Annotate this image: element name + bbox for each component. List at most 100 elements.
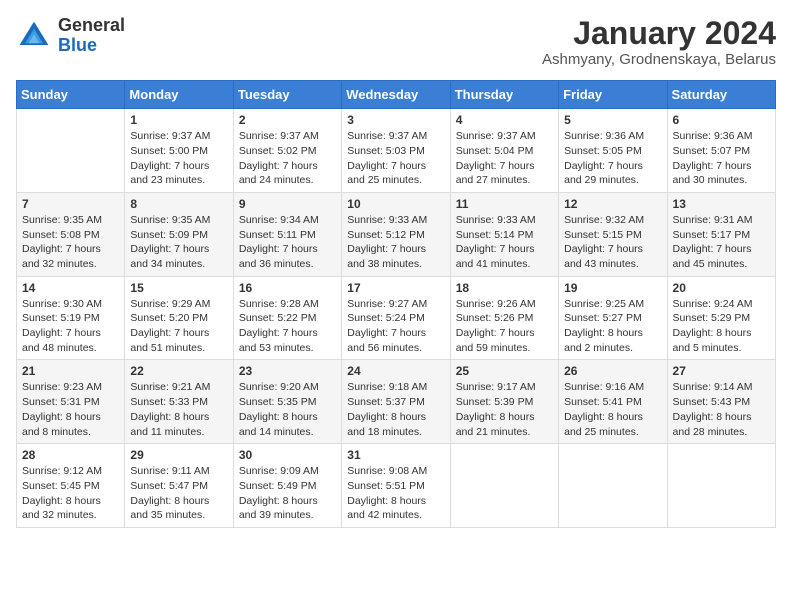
weekday-header-sunday: Sunday (17, 81, 125, 109)
calendar-cell (667, 444, 775, 528)
day-number: 4 (456, 113, 553, 127)
day-info: Sunrise: 9:36 AM Sunset: 5:07 PM Dayligh… (673, 129, 770, 188)
day-info: Sunrise: 9:21 AM Sunset: 5:33 PM Dayligh… (130, 380, 227, 439)
logo: General Blue (16, 16, 125, 56)
day-info: Sunrise: 9:37 AM Sunset: 5:00 PM Dayligh… (130, 129, 227, 188)
calendar-cell: 27Sunrise: 9:14 AM Sunset: 5:43 PM Dayli… (667, 360, 775, 444)
calendar-cell: 2Sunrise: 9:37 AM Sunset: 5:02 PM Daylig… (233, 109, 341, 193)
weekday-header-thursday: Thursday (450, 81, 558, 109)
day-info: Sunrise: 9:08 AM Sunset: 5:51 PM Dayligh… (347, 464, 444, 523)
calendar-cell: 5 Sunrise: 9:36 AM Sunset: 5:05 PM Daylig… (559, 109, 667, 193)
calendar-cell (559, 444, 667, 528)
day-number: 8 (130, 197, 227, 211)
day-number: 31 (347, 448, 444, 462)
day-info: Sunrise: 9:28 AM Sunset: 5:22 PM Dayligh… (239, 297, 336, 356)
calendar-cell: 14 Sunrise: 9:30 AM Sunset: 5:19 PM Dayli… (17, 276, 125, 360)
week-row-4: 21 Sunrise: 9:23 AM Sunset: 5:31 PM Dayli… (17, 360, 776, 444)
day-number: 10 (347, 197, 444, 211)
day-info: Sunrise: 9:37 AM Sunset: 5:04 PM Dayligh… (456, 129, 553, 188)
day-info: Sunrise: 9:14 AM Sunset: 5:43 PM Dayligh… (673, 380, 770, 439)
month-title: January 2024 (542, 16, 776, 51)
calendar-cell: 10 Sunrise: 9:33 AM Sunset: 5:12 PM Dayli… (342, 192, 450, 276)
calendar-cell: 21 Sunrise: 9:23 AM Sunset: 5:31 PM Dayli… (17, 360, 125, 444)
day-number: 15 (130, 281, 227, 295)
day-info: Sunrise: 9:29 AM Sunset: 5:20 PM Dayligh… (130, 297, 227, 356)
week-row-2: 7 Sunrise: 9:35 AM Sunset: 5:08 PM Daylig… (17, 192, 776, 276)
day-info: Sunrise: 9:25 AM Sunset: 5:27 PM Dayligh… (564, 297, 661, 356)
day-number: 17 (347, 281, 444, 295)
day-number: 21 (22, 364, 119, 378)
calendar-cell: 13 Sunrise: 9:31 AM Sunset: 5:17 PM Dayli… (667, 192, 775, 276)
title-block: January 2024 Ashmyany, Grodnenskaya, Bel… (542, 16, 776, 68)
weekday-header-saturday: Saturday (667, 81, 775, 109)
week-row-1: 1 Sunrise: 9:37 AM Sunset: 5:00 PM Daylig… (17, 109, 776, 193)
weekday-header-monday: Monday (125, 81, 233, 109)
calendar-cell: 1 Sunrise: 9:37 AM Sunset: 5:00 PM Daylig… (125, 109, 233, 193)
day-number: 18 (456, 281, 553, 295)
calendar-cell: 28Sunrise: 9:12 AM Sunset: 5:45 PM Dayli… (17, 444, 125, 528)
day-info: Sunrise: 9:16 AM Sunset: 5:41 PM Dayligh… (564, 380, 661, 439)
day-number: 14 (22, 281, 119, 295)
week-row-3: 14 Sunrise: 9:30 AM Sunset: 5:19 PM Dayli… (17, 276, 776, 360)
weekday-header-tuesday: Tuesday (233, 81, 341, 109)
calendar-cell: 20 Sunrise: 9:24 AM Sunset: 5:29 PM Dayli… (667, 276, 775, 360)
day-info: Sunrise: 9:27 AM Sunset: 5:24 PM Dayligh… (347, 297, 444, 356)
day-info: Sunrise: 9:33 AM Sunset: 5:12 PM Dayligh… (347, 213, 444, 272)
weekday-header-friday: Friday (559, 81, 667, 109)
location-subtitle: Ashmyany, Grodnenskaya, Belarus (542, 51, 776, 68)
day-number: 12 (564, 197, 661, 211)
day-number: 29 (130, 448, 227, 462)
day-info: Sunrise: 9:20 AM Sunset: 5:35 PM Dayligh… (239, 380, 336, 439)
logo-general: General (58, 15, 125, 35)
calendar-cell: 16Sunrise: 9:28 AM Sunset: 5:22 PM Dayli… (233, 276, 341, 360)
day-number: 30 (239, 448, 336, 462)
day-info: Sunrise: 9:32 AM Sunset: 5:15 PM Dayligh… (564, 213, 661, 272)
calendar-cell (450, 444, 558, 528)
day-info: Sunrise: 9:31 AM Sunset: 5:17 PM Dayligh… (673, 213, 770, 272)
day-info: Sunrise: 9:35 AM Sunset: 5:08 PM Dayligh… (22, 213, 119, 272)
day-number: 22 (130, 364, 227, 378)
weekday-header-wednesday: Wednesday (342, 81, 450, 109)
calendar-cell: 9Sunrise: 9:34 AM Sunset: 5:11 PM Daylig… (233, 192, 341, 276)
day-info: Sunrise: 9:23 AM Sunset: 5:31 PM Dayligh… (22, 380, 119, 439)
day-number: 23 (239, 364, 336, 378)
day-info: Sunrise: 9:17 AM Sunset: 5:39 PM Dayligh… (456, 380, 553, 439)
calendar-cell: 30Sunrise: 9:09 AM Sunset: 5:49 PM Dayli… (233, 444, 341, 528)
day-number: 13 (673, 197, 770, 211)
calendar-cell: 19Sunrise: 9:25 AM Sunset: 5:27 PM Dayli… (559, 276, 667, 360)
day-number: 20 (673, 281, 770, 295)
day-number: 6 (673, 113, 770, 127)
logo-blue: Blue (58, 35, 97, 55)
logo-text: General Blue (58, 16, 125, 56)
day-number: 1 (130, 113, 227, 127)
calendar-cell: 23 Sunrise: 9:20 AM Sunset: 5:35 PM Dayli… (233, 360, 341, 444)
day-number: 25 (456, 364, 553, 378)
calendar-cell: 12 Sunrise: 9:32 AM Sunset: 5:15 PM Dayli… (559, 192, 667, 276)
day-info: Sunrise: 9:24 AM Sunset: 5:29 PM Dayligh… (673, 297, 770, 356)
day-number: 7 (22, 197, 119, 211)
calendar-cell (17, 109, 125, 193)
calendar-cell: 22 Sunrise: 9:21 AM Sunset: 5:33 PM Dayli… (125, 360, 233, 444)
day-info: Sunrise: 9:30 AM Sunset: 5:19 PM Dayligh… (22, 297, 119, 356)
day-info: Sunrise: 9:37 AM Sunset: 5:03 PM Dayligh… (347, 129, 444, 188)
calendar-cell: 8 Sunrise: 9:35 AM Sunset: 5:09 PM Daylig… (125, 192, 233, 276)
day-info: Sunrise: 9:26 AM Sunset: 5:26 PM Dayligh… (456, 297, 553, 356)
day-info: Sunrise: 9:37 AM Sunset: 5:02 PM Dayligh… (239, 129, 336, 188)
calendar-table: SundayMondayTuesdayWednesdayThursdayFrid… (16, 80, 776, 528)
weekday-header-row: SundayMondayTuesdayWednesdayThursdayFrid… (17, 81, 776, 109)
week-row-5: 28Sunrise: 9:12 AM Sunset: 5:45 PM Dayli… (17, 444, 776, 528)
calendar-cell: 3Sunrise: 9:37 AM Sunset: 5:03 PM Daylig… (342, 109, 450, 193)
calendar-cell: 31 Sunrise: 9:08 AM Sunset: 5:51 PM Dayli… (342, 444, 450, 528)
day-number: 11 (456, 197, 553, 211)
day-number: 28 (22, 448, 119, 462)
day-number: 5 (564, 113, 661, 127)
day-number: 26 (564, 364, 661, 378)
day-info: Sunrise: 9:35 AM Sunset: 5:09 PM Dayligh… (130, 213, 227, 272)
day-info: Sunrise: 9:18 AM Sunset: 5:37 PM Dayligh… (347, 380, 444, 439)
day-info: Sunrise: 9:33 AM Sunset: 5:14 PM Dayligh… (456, 213, 553, 272)
day-info: Sunrise: 9:36 AM Sunset: 5:05 PM Dayligh… (564, 129, 661, 188)
calendar-cell: 25 Sunrise: 9:17 AM Sunset: 5:39 PM Dayli… (450, 360, 558, 444)
calendar-cell: 26 Sunrise: 9:16 AM Sunset: 5:41 PM Dayli… (559, 360, 667, 444)
day-number: 9 (239, 197, 336, 211)
calendar-cell: 18 Sunrise: 9:26 AM Sunset: 5:26 PM Dayli… (450, 276, 558, 360)
